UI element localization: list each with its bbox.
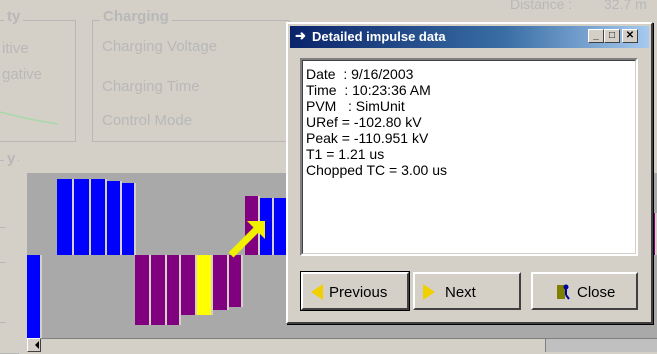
close-button[interactable]: Close [531,272,638,310]
next-button[interactable]: Next [413,272,521,310]
bar-positive-5 [122,183,136,255]
detailed-impulse-dialog: ➜ Detailed impulse data _ □ ✕ Date : 9/1… [286,22,653,324]
axis-tick-1 [0,227,6,228]
arrow-left-icon [311,284,323,300]
arrow-right-icon: ➜ [295,28,306,43]
left-item-1: itive [2,40,29,57]
impulse-details-textbox[interactable]: Date : 9/16/2003 Time : 10:23:36 AM PVM … [300,58,638,256]
control-mode-label: Control Mode [102,112,193,129]
lower-group-box [0,160,19,354]
detail-pvm: PVM : SimUnit [306,98,405,114]
scroll-left-button[interactable] [27,338,41,352]
distance-label: Distance : [510,0,573,12]
bar-negative-6 [197,255,213,315]
detail-chopped-tc: Chopped TC = 3.00 us [306,162,448,178]
bar-negative-1 [27,255,42,338]
left-group-title: ty [4,8,24,25]
bar-positive-4 [107,181,122,255]
charging-time-label: Charging Time [102,78,200,95]
axis-tick-2 [0,262,6,263]
bar-negative-2 [135,255,151,325]
charging-voltage-label: Charging Voltage [102,38,218,55]
detail-peak: Peak = -110.951 kV [306,130,429,146]
arrow-right-icon [423,284,435,300]
distance-value: 32.7 m [604,0,647,12]
detail-t1: T1 = 1.21 us [306,146,385,162]
detail-time: Time : 10:23:36 AM [306,82,431,98]
bar-negative-5 [181,255,197,315]
bar-positive-2 [74,179,91,255]
bar-positive-3 [91,179,107,255]
detail-date: Date : 9/16/2003 [306,66,414,82]
minimize-button[interactable]: _ [588,29,604,43]
bar-negative-7 [213,255,229,310]
lower-group-title: y [4,150,19,167]
axis-tick-3 [0,322,6,323]
scroll-track-right [545,339,657,352]
bar-negative-3 [151,255,167,325]
previous-button[interactable]: Previous [300,271,410,311]
close-window-button[interactable]: ✕ [622,29,638,43]
left-item-2: gative [2,66,43,83]
dialog-title: Detailed impulse data [312,29,446,44]
dialog-titlebar[interactable]: ➜ Detailed impulse data _ □ ✕ [290,26,649,48]
bar-positive-1 [57,179,74,255]
detail-uref: URef = -102.80 kV [306,114,422,130]
charging-group-title: Charging [100,8,172,25]
left-small-curve [0,111,59,125]
door-exit-icon [557,284,570,300]
maximize-button[interactable]: □ [604,29,620,43]
bar-negative-4 [167,255,181,325]
pointer-arrow-icon [228,221,265,258]
